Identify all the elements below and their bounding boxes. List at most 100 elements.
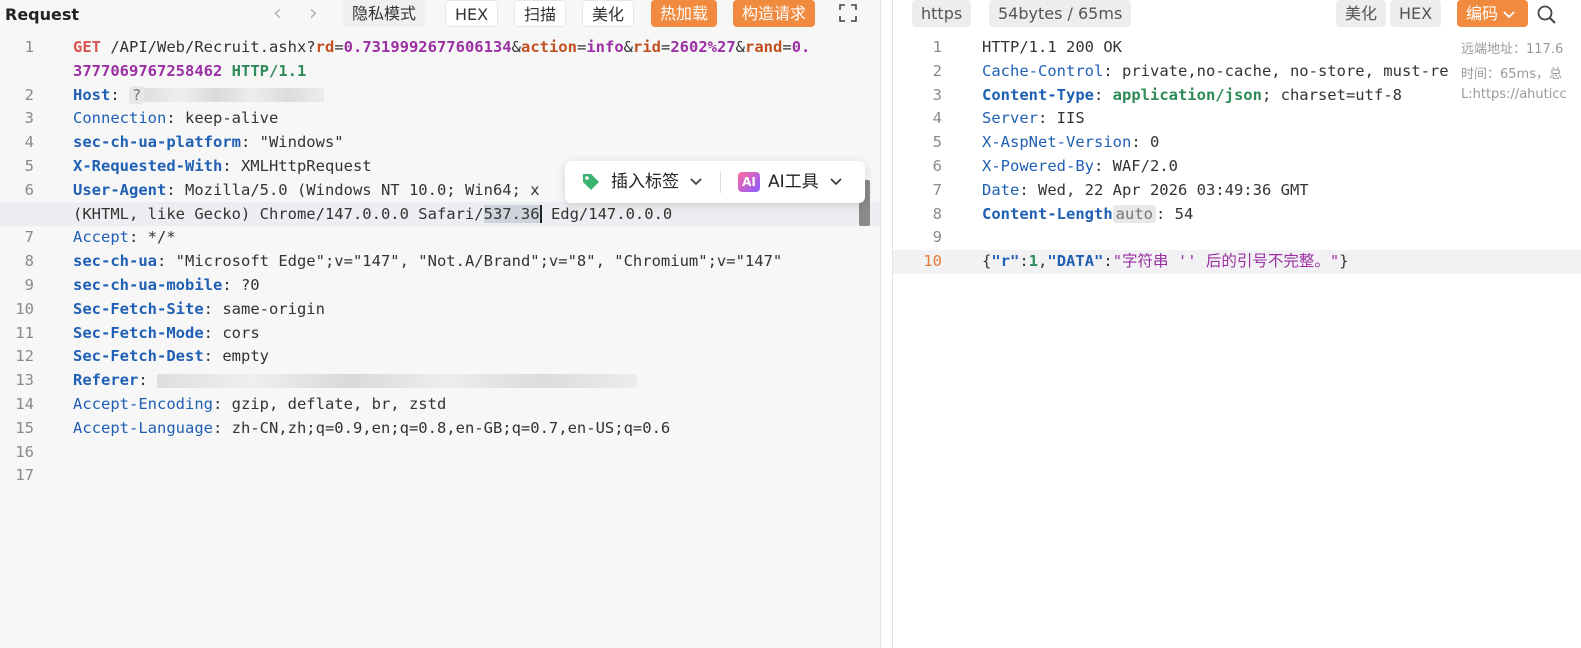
token-keyb: User-Agent	[73, 180, 167, 199]
line-text: X-Requested-With: XMLHttpRequest	[73, 155, 372, 179]
search-icon[interactable]	[1536, 4, 1558, 26]
location-info: L:https://ahuticc	[1461, 87, 1567, 102]
private-mode-button[interactable]: 隐私模式	[343, 0, 426, 27]
token-plain: &	[511, 38, 521, 56]
token-keyb: Content-Length	[982, 204, 1113, 223]
hot-reload-button[interactable]: 热加载	[651, 0, 718, 27]
code-line[interactable]: 4 sec-ch-ua-platform: "Windows"	[0, 131, 880, 155]
code-line[interactable]: 7 Date: Wed, 22 Apr 2026 03:49:36 GMT	[893, 179, 1581, 203]
forward-arrow-icon[interactable]: ›	[309, 2, 318, 26]
code-line[interactable]: 10 Sec-Fetch-Site: same-origin	[0, 298, 880, 322]
line-text: Connection: keep-alive	[73, 107, 278, 131]
protocol-badge: https	[912, 0, 972, 27]
code-line[interactable]: 8 Content-Length auto: 54	[893, 203, 1581, 227]
code-line[interactable]: 10 {"r":1,"DATA":"字符串 '' 后的引号不完整。"}	[893, 250, 1581, 274]
code-line[interactable]: 17	[0, 464, 880, 488]
hex-button[interactable]: HEX	[1390, 0, 1442, 27]
back-arrow-icon[interactable]: ‹	[273, 2, 282, 26]
encoding-dropdown[interactable]: 编码	[1457, 0, 1528, 27]
token-keyb: Sec-Fetch-Dest	[73, 347, 204, 366]
code-line[interactable]: 1 GET /API/Web/Recruit.ashx?rd=0.73199926…	[0, 36, 880, 60]
line-text: Sec-Fetch-Site: same-origin	[73, 298, 325, 322]
code-line[interactable]: 9 sec-ch-ua-mobile: ?0	[0, 274, 880, 298]
code-line[interactable]: 5 X-AspNet-Version: 0	[893, 131, 1581, 155]
code-line[interactable]: 6 X-Powered-By: WAF/2.0	[893, 155, 1581, 179]
code-line[interactable]: 3 Connection: keep-alive	[0, 107, 880, 131]
line-number: 3	[24, 109, 34, 128]
construct-request-button[interactable]: 构造请求	[733, 0, 816, 27]
line-text: X-Powered-By: WAF/2.0	[982, 155, 1178, 179]
line-number: 12	[15, 347, 34, 366]
code-line[interactable]: 2 Host: ?	[0, 84, 880, 108]
line-number: 2	[24, 85, 34, 104]
token-keyb: Referer	[73, 371, 139, 390]
code-line[interactable]: 12 Sec-Fetch-Dest: empty	[0, 345, 880, 369]
code-line[interactable]: 14 Accept-Encoding: gzip, deflate, br, zs…	[0, 393, 880, 417]
line-number: 17	[15, 466, 34, 485]
line-text: Referer:	[73, 369, 637, 393]
line-number: 6	[24, 180, 34, 199]
beautify-button[interactable]: 美化	[1336, 0, 1387, 27]
token-chip: auto	[1112, 204, 1156, 223]
token-pval: 2602%27	[670, 38, 736, 56]
request-title: Request	[5, 5, 80, 24]
request-editor[interactable]: 1 GET /API/Web/Recruit.ashx?rd=0.73199926…	[0, 36, 880, 488]
code-line[interactable]: 13 Referer:	[0, 369, 880, 393]
code-line[interactable]: (KHTML, like Gecko) Chrome/147.0.0.0 Saf…	[0, 203, 880, 227]
fullscreen-icon[interactable]	[838, 3, 858, 23]
code-line[interactable]: 9	[893, 226, 1581, 250]
code-line[interactable]: 7 Accept: */*	[0, 226, 880, 250]
chevron-down-icon	[830, 178, 842, 186]
token-plain: }	[1339, 252, 1349, 271]
code-line[interactable]: 8 sec-ch-ua: "Microsoft Edge";v="147", "N…	[0, 250, 880, 274]
line-number: 9	[932, 228, 942, 247]
panel-splitter[interactable]	[880, 0, 893, 648]
remote-address-info: 远端地址：117.6	[1461, 42, 1564, 57]
token-keyb: sec-ch-ua-mobile	[73, 275, 223, 294]
token-plain: HTTP/1.1 200 OK	[982, 38, 1122, 56]
encoding-label: 编码	[1466, 4, 1499, 23]
token-plain: ,	[1038, 252, 1048, 271]
token-chip: ?	[129, 85, 145, 104]
token-key: Connection	[73, 109, 167, 128]
token-pname: rid	[633, 38, 661, 56]
scan-button[interactable]: 扫描	[514, 0, 567, 27]
token-keyb: sec-ch-ua-platform	[73, 133, 241, 152]
line-text: Content-Type: application/json; charset=…	[982, 84, 1402, 108]
line-text: Cache-Control: private,no-cache, no-stor…	[982, 60, 1449, 84]
popup-divider	[720, 171, 721, 193]
code-line[interactable]: 4 Server: IIS	[893, 107, 1581, 131]
chevron-down-icon	[690, 178, 702, 186]
ai-tools-label: AI工具	[768, 172, 819, 192]
response-toolbar: https 54bytes / 65ms 美化 HEX 编码	[893, 0, 1581, 30]
token-plain: =	[661, 38, 671, 56]
line-number: 16	[15, 442, 34, 461]
insert-tag-menu[interactable]: 插入标签	[581, 170, 703, 194]
redacted-text	[157, 373, 637, 388]
line-number: 5	[24, 156, 34, 175]
token-pval: 3777069767258462	[73, 61, 223, 80]
code-line[interactable]: 11 Sec-Fetch-Mode: cors	[0, 322, 880, 346]
token-plain: :	[1093, 85, 1113, 104]
line-number: 3	[932, 85, 942, 104]
token-plain: /API/Web/Recruit.ashx?	[101, 38, 316, 56]
line-number: 1	[932, 38, 942, 56]
line-number: 8	[932, 204, 942, 223]
line-number: 2	[932, 61, 942, 80]
token-plain: : Wed, 22 Apr 2026 03:49:36 GMT	[1019, 180, 1309, 199]
token-plain: :	[1019, 252, 1029, 271]
token-key: Accept	[73, 228, 129, 247]
token-plain: =	[782, 38, 792, 56]
code-line[interactable]: 3777069767258462 HTTP/1.1	[0, 60, 880, 84]
line-number: 4	[24, 133, 34, 152]
token-plain: : WAF/2.0	[1093, 156, 1178, 175]
tag-icon	[583, 174, 599, 190]
ai-tools-menu[interactable]: AI AI工具	[738, 170, 843, 194]
code-line[interactable]: 15 Accept-Language: zh-CN,zh;q=0.9,en;q=0…	[0, 417, 880, 441]
beautify-button[interactable]: 美化	[582, 0, 635, 27]
token-key: X-Powered-By	[982, 156, 1094, 175]
token-keyb: X-Requested-With	[73, 156, 223, 175]
hex-button[interactable]: HEX	[445, 0, 499, 27]
code-line[interactable]: 16	[0, 441, 880, 465]
token-pval: info	[586, 38, 624, 56]
